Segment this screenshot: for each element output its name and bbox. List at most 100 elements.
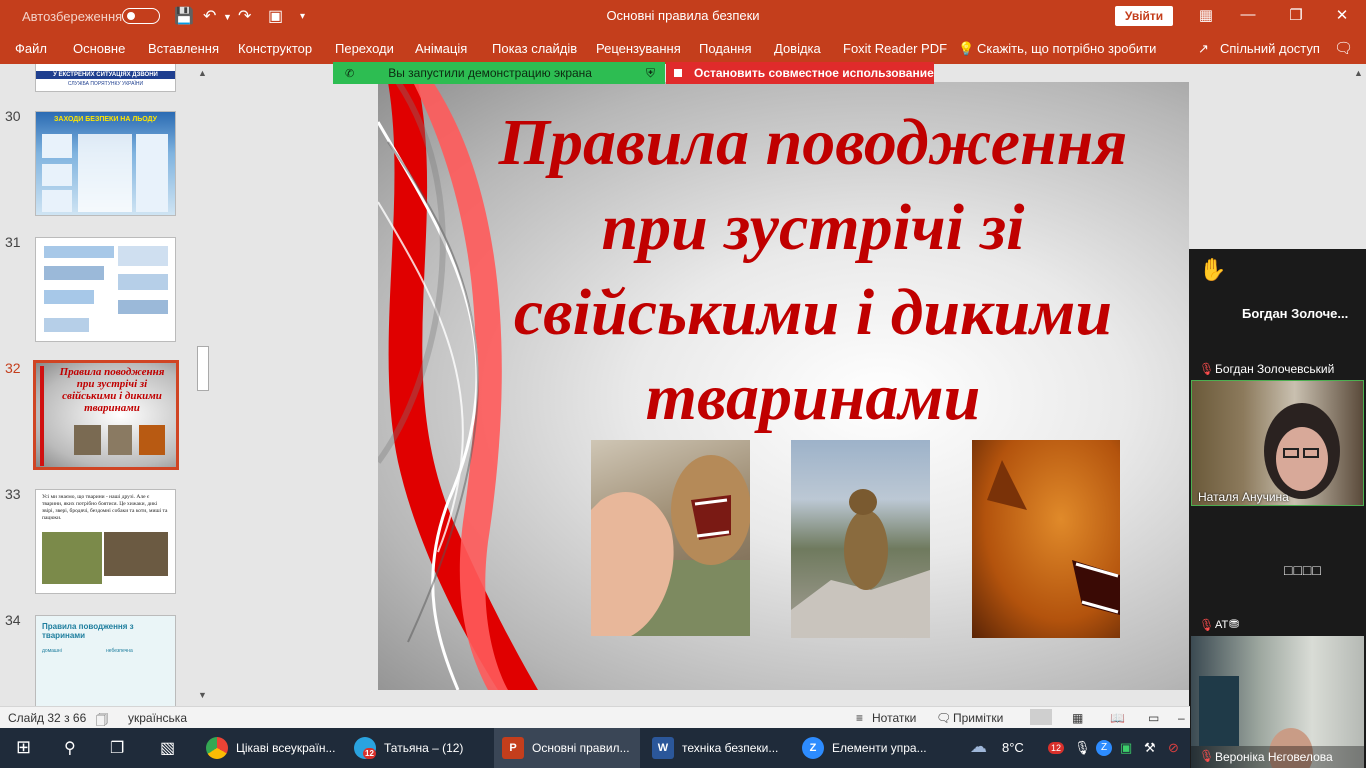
taskbar-app-word[interactable]: W техніка безпеки... bbox=[644, 728, 790, 768]
slide-sorter-icon[interactable]: ▦ bbox=[1072, 711, 1083, 725]
phone-icon: ✆ bbox=[345, 67, 355, 80]
title-bar: Автозбереження 💾 ↶ ▼ ↷ ▣ ▾ Основні прави… bbox=[0, 0, 1366, 32]
minimize-icon[interactable]: — bbox=[1236, 6, 1260, 23]
tray-tools-icon[interactable]: ⚒ bbox=[1144, 740, 1156, 756]
tab-design[interactable]: Конструктор bbox=[238, 41, 312, 56]
mic-off-icon: 🎙 bbox=[1199, 362, 1215, 376]
tray-app-icon[interactable]: ▣ bbox=[1120, 740, 1132, 756]
participant-name: АТ bbox=[1215, 619, 1229, 631]
zoom-icon: Z bbox=[802, 737, 824, 759]
ribbon-display-options-icon[interactable]: ▦ bbox=[1194, 6, 1218, 24]
task-view-icon[interactable]: ❐ bbox=[110, 738, 124, 758]
slide-thumbnail-34[interactable]: Правила поводження з тваринами домашні н… bbox=[35, 615, 176, 706]
raised-hand-icon: ✋ bbox=[1199, 257, 1227, 282]
slide-thumbnail-29[interactable]: У ЕКСТРЕНИХ СИТУАЦІЯХ ДЗВОНИ СЛУЖБА ПОРЯ… bbox=[35, 64, 176, 92]
undo-dropdown-icon[interactable]: ▼ bbox=[223, 12, 232, 22]
thumb-31-pic bbox=[118, 300, 168, 314]
comments-status-icon: 🗨 bbox=[936, 711, 952, 725]
participant-name: Богдан Золочевський bbox=[1215, 362, 1335, 376]
scroll-down-icon[interactable]: ▼ bbox=[198, 690, 207, 700]
thumbnail-number-active: 32 bbox=[5, 360, 21, 376]
stop-sharing-label: Остановить совместное использование bbox=[694, 66, 934, 80]
redo-icon[interactable]: ↷ bbox=[238, 6, 251, 26]
stop-sharing-button[interactable]: Остановить совместное использование bbox=[666, 62, 934, 84]
tab-insert[interactable]: Вставлення bbox=[148, 41, 219, 56]
tab-slide-show[interactable]: Показ слайдів bbox=[492, 41, 577, 56]
autosave-label: Автозбереження bbox=[22, 9, 123, 24]
fox-illustration bbox=[987, 460, 1120, 615]
reading-view-icon[interactable]: 📖 bbox=[1110, 711, 1125, 725]
scroll-up-icon[interactable]: ▲ bbox=[198, 68, 207, 78]
mic-off-icon: 🎙 bbox=[1199, 749, 1215, 763]
taskbar-app-zoom[interactable]: Z Елементи упра... bbox=[794, 728, 940, 768]
windows-start-icon[interactable]: ⊞ bbox=[16, 737, 31, 758]
taskbar-app-powerpoint[interactable]: P Основні правил... bbox=[494, 728, 640, 768]
customize-toolbar-icon[interactable]: ▾ bbox=[300, 11, 305, 22]
slide-thumbnail-30[interactable]: ЗАХОДИ БЕЗПЕКИ НА ЛЬОДУ bbox=[35, 111, 176, 216]
restore-icon[interactable]: ❐ bbox=[1284, 6, 1308, 24]
tell-me-search[interactable]: Скажіть, що потрібно зробити bbox=[977, 41, 1156, 56]
angry-fox-image[interactable] bbox=[972, 440, 1120, 638]
thumbnail-scrollbar[interactable]: ▲ ▼ bbox=[195, 64, 211, 706]
save-icon[interactable]: 💾 bbox=[174, 6, 194, 26]
search-icon[interactable]: ⚲ bbox=[64, 738, 76, 758]
taskbar-app-chrome[interactable]: Цікаві всеукраїн... bbox=[200, 728, 340, 768]
slide-thumbnail-32-selected[interactable]: Правила поводження при зустрічі зі свійс… bbox=[33, 360, 179, 470]
tab-home[interactable]: Основне bbox=[73, 41, 125, 56]
taskbar-app-telegram[interactable]: 12 Татьяна – (12) bbox=[348, 728, 488, 768]
tab-transitions[interactable]: Переходи bbox=[335, 41, 394, 56]
zoom-out-icon[interactable]: – bbox=[1178, 711, 1185, 725]
weather-cloud-icon[interactable]: ☁ bbox=[970, 737, 987, 757]
tray-notification-badge[interactable]: 12 bbox=[1048, 742, 1065, 754]
marmot-image[interactable] bbox=[791, 440, 930, 638]
sign-in-button[interactable]: Увійти bbox=[1115, 6, 1173, 26]
participant-name: Наталя Анучина bbox=[1198, 490, 1289, 504]
status-bar: Слайд 32 з 66 🗍 українська ≡ Нотатки 🗨 П… bbox=[0, 706, 1190, 728]
scroll-up-icon[interactable]: ▲ bbox=[1354, 68, 1363, 78]
thumb-30-pic bbox=[42, 134, 72, 158]
normal-view-icon[interactable] bbox=[1030, 709, 1052, 725]
zoom-tray-icon[interactable]: Z bbox=[1096, 740, 1112, 756]
present-from-start-icon[interactable]: ▣ bbox=[268, 6, 283, 26]
slide-title[interactable]: Правила поводження при зустрічі зі свійс… bbox=[473, 100, 1153, 440]
language-indicator[interactable]: українська bbox=[128, 711, 187, 725]
thumb-30-text bbox=[78, 134, 132, 212]
thumb-31-pic bbox=[118, 274, 168, 290]
thumb-30-title: ЗАХОДИ БЕЗПЕКИ НА ЛЬОДУ bbox=[54, 116, 157, 123]
participant-video-tile[interactable]: Наталя Анучина bbox=[1191, 380, 1364, 506]
autosave-toggle[interactable] bbox=[122, 8, 160, 24]
thumbnail-number: 33 bbox=[5, 486, 21, 502]
word-icon: W bbox=[652, 737, 674, 759]
slide-show-icon[interactable]: ▭ bbox=[1148, 711, 1159, 725]
participant-video bbox=[1264, 403, 1340, 499]
thumb-34-col2: небезпечна bbox=[106, 648, 133, 654]
tab-foxit-reader[interactable]: Foxit Reader PDF bbox=[843, 41, 947, 56]
scrollbar-thumb[interactable] bbox=[197, 346, 209, 391]
comments-icon[interactable]: 🗨 bbox=[1334, 39, 1353, 57]
close-icon[interactable]: ✕ bbox=[1330, 6, 1354, 24]
aggressive-dog-image[interactable] bbox=[591, 440, 750, 636]
undo-icon[interactable]: ↶ bbox=[203, 6, 216, 26]
calculator-icon[interactable]: ▧ bbox=[160, 738, 175, 758]
share-button[interactable]: Спільний доступ bbox=[1220, 41, 1320, 56]
tab-file[interactable]: Файл bbox=[15, 41, 47, 56]
main-scrollbar[interactable]: ▲ bbox=[1352, 64, 1366, 249]
comments-button[interactable]: Примітки bbox=[953, 711, 1003, 725]
thumb-33-text: Усі ми знаємо, що тварини - наші друзі. … bbox=[42, 494, 168, 521]
thumb-31-pic bbox=[44, 318, 89, 332]
participant-video-tile[interactable]: 🎙 Вероніка Нєговелова bbox=[1191, 636, 1364, 768]
slide-thumbnail-31[interactable] bbox=[35, 237, 176, 342]
tab-view[interactable]: Подання bbox=[699, 41, 752, 56]
tab-help[interactable]: Довідка bbox=[774, 41, 821, 56]
temperature-label[interactable]: 8°C bbox=[1002, 740, 1024, 755]
tray-blocked-icon[interactable]: ⊘ bbox=[1168, 740, 1179, 756]
notes-button[interactable]: Нотатки bbox=[872, 711, 916, 725]
tab-review[interactable]: Рецензування bbox=[596, 41, 681, 56]
current-slide[interactable]: Правила поводження при зустрічі зі свійс… bbox=[378, 82, 1189, 690]
slide-thumbnail-33[interactable]: Усі ми знаємо, що тварини - наші друзі. … bbox=[35, 489, 176, 594]
thumb-32-pic bbox=[108, 425, 132, 455]
share-icon: ↗ bbox=[1198, 41, 1209, 56]
microphone-icon[interactable]: 🎙 bbox=[1074, 740, 1091, 756]
tab-animations[interactable]: Анімація bbox=[415, 41, 467, 56]
slide-counter: Слайд 32 з 66 bbox=[8, 711, 87, 725]
